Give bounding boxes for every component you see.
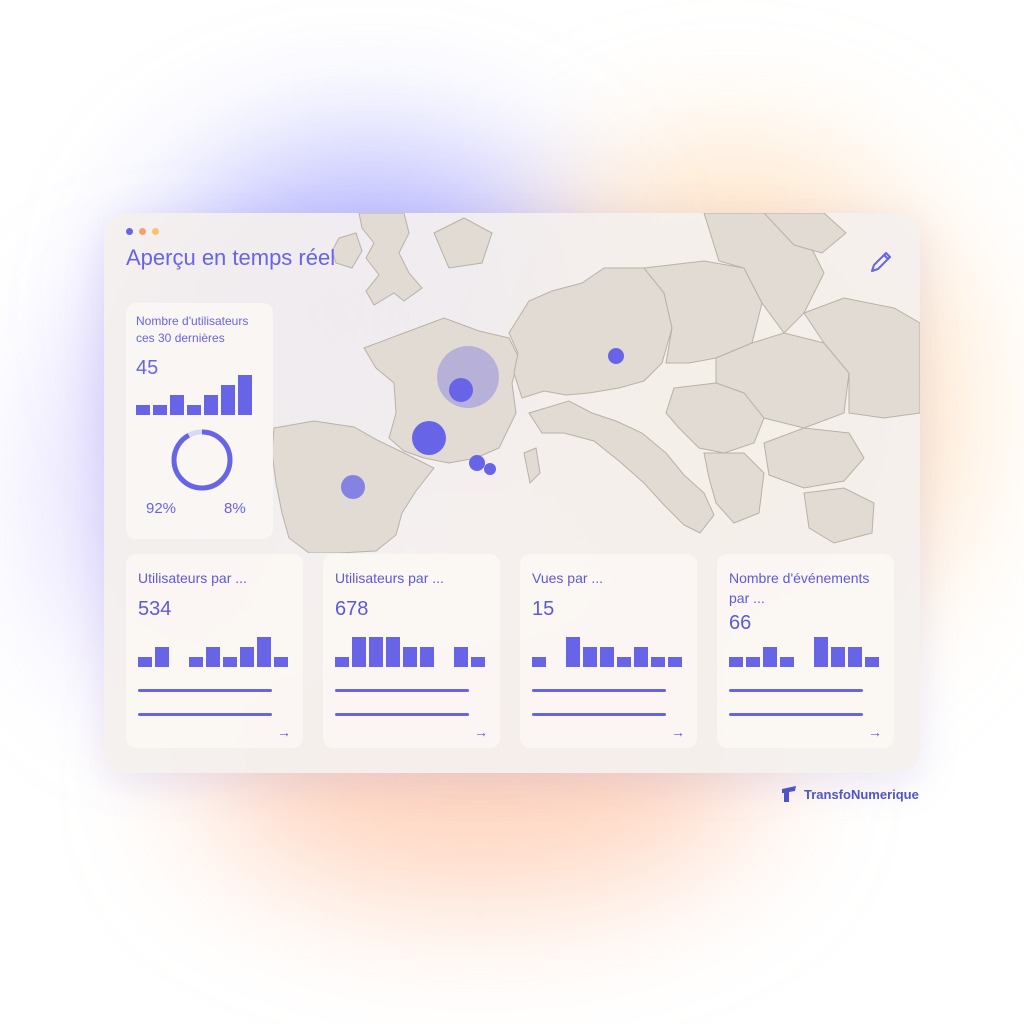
- ring-primary-pct: 92%: [146, 500, 177, 517]
- metric-card[interactable]: Utilisateurs par ... 678 →: [323, 554, 500, 748]
- card-line: [532, 689, 666, 692]
- card-line: [138, 713, 272, 716]
- arrow-right-icon[interactable]: →: [671, 724, 685, 740]
- bar: [240, 647, 254, 667]
- card-line: [729, 713, 863, 716]
- card-value: 15: [532, 598, 555, 620]
- arrow-right-icon[interactable]: →: [277, 724, 291, 740]
- bar: [138, 657, 152, 667]
- bar: [617, 657, 631, 667]
- brand-logo-icon: [782, 786, 796, 802]
- card-bar-chart: [138, 637, 288, 667]
- bar: [454, 647, 468, 667]
- bar: [369, 637, 383, 667]
- bar: [335, 657, 349, 667]
- metric-card[interactable]: Utilisateurs par ... 534 →: [126, 554, 303, 748]
- bar: [471, 657, 485, 667]
- bar: [257, 637, 271, 667]
- map-marker[interactable]: [449, 378, 473, 402]
- metric-card[interactable]: Vues par ... 15 →: [520, 554, 697, 748]
- card-value: 534: [138, 598, 172, 620]
- bar: [136, 405, 150, 415]
- bar: [221, 385, 235, 415]
- metric-card[interactable]: Nombre d'événements par ... 66 →: [717, 554, 894, 748]
- ring-chart: [171, 429, 233, 491]
- bar: [155, 647, 169, 667]
- arrow-right-icon[interactable]: →: [474, 724, 488, 740]
- bar: [223, 657, 237, 667]
- bar: [170, 395, 184, 415]
- card-value: 66: [729, 612, 752, 634]
- dashboard-window: Aperçu en temps réel Nombre d'utilisateu…: [104, 213, 920, 773]
- arrow-right-icon[interactable]: →: [868, 724, 882, 740]
- ring-arc: [171, 429, 233, 491]
- bar: [780, 657, 794, 667]
- card-label: Utilisateurs par ...: [138, 570, 247, 586]
- brand-name: TransfoNumerique: [804, 786, 919, 802]
- card-label: Vues par ...: [532, 570, 604, 586]
- card-line: [532, 713, 666, 716]
- bar: [153, 405, 167, 415]
- bar: [274, 657, 288, 667]
- bar: [206, 647, 220, 667]
- bar: [189, 657, 203, 667]
- map-marker[interactable]: [484, 463, 496, 475]
- bar: [566, 637, 580, 667]
- card-line: [138, 689, 272, 692]
- summary-label: Nombre d'utilisateurs ces 30 dernières: [136, 314, 249, 345]
- bar: [583, 647, 597, 667]
- map-marker[interactable]: [469, 455, 485, 471]
- card-line: [729, 689, 863, 692]
- bar: [600, 647, 614, 667]
- bar: [746, 657, 760, 667]
- card-line: [335, 689, 469, 692]
- summary-card[interactable]: Nombre d'utilisateurs ces 30 dernières 4…: [126, 303, 273, 539]
- bar: [386, 637, 400, 667]
- map-marker[interactable]: [341, 475, 365, 499]
- card-bar-chart: [532, 637, 682, 667]
- card-bar-chart: [729, 637, 879, 667]
- summary-bar-chart: [136, 375, 252, 415]
- brand[interactable]: TransfoNumerique: [780, 785, 919, 803]
- card-label: Nombre d'événements par ...: [729, 570, 870, 606]
- card-label: Utilisateurs par ...: [335, 570, 444, 586]
- card-value: 678: [335, 598, 369, 620]
- ring-secondary-pct: 8%: [224, 500, 246, 517]
- bar: [865, 657, 879, 667]
- bar: [532, 657, 546, 667]
- map-marker[interactable]: [412, 421, 446, 455]
- bar: [729, 657, 743, 667]
- bar: [187, 405, 201, 415]
- bar: [763, 647, 777, 667]
- bar: [831, 647, 845, 667]
- bar: [204, 395, 218, 415]
- bar: [814, 637, 828, 667]
- card-bar-chart: [335, 637, 485, 667]
- bar: [403, 647, 417, 667]
- bar: [848, 647, 862, 667]
- bar: [634, 647, 648, 667]
- bar: [238, 375, 252, 415]
- map-marker[interactable]: [608, 348, 624, 364]
- card-line: [335, 713, 469, 716]
- bar: [668, 657, 682, 667]
- bar: [651, 657, 665, 667]
- bar: [352, 637, 366, 667]
- bar: [420, 647, 434, 667]
